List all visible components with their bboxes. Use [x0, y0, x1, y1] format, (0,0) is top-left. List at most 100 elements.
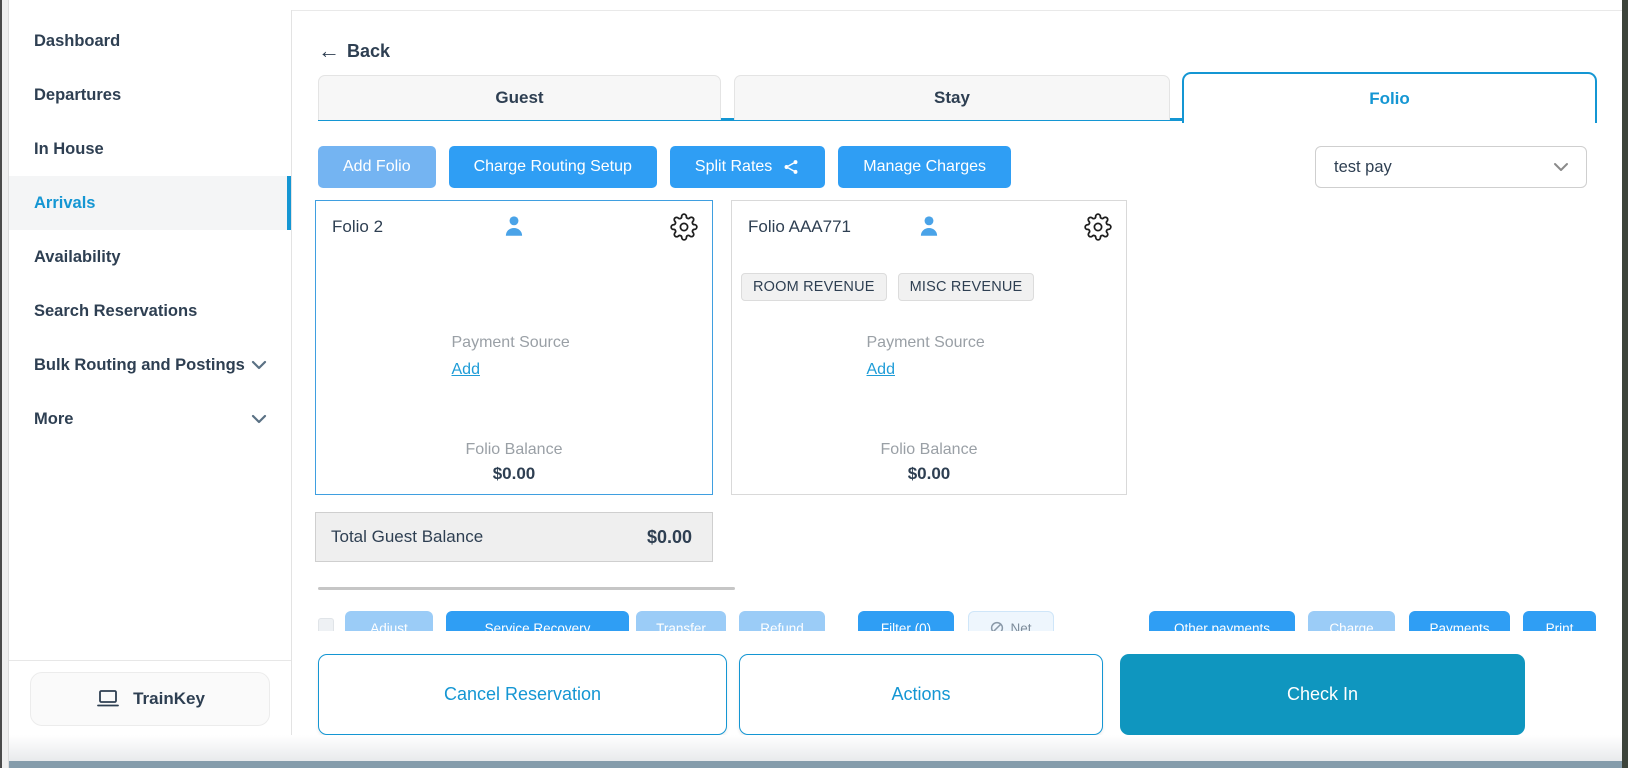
sidebar-item-availability[interactable]: Availability: [8, 230, 291, 284]
tab-label: Stay: [934, 88, 970, 108]
desktop-edge-left: [0, 0, 2, 768]
tab-label: Folio: [1369, 89, 1410, 109]
person-icon: [916, 213, 942, 244]
button-label: Check In: [1287, 684, 1358, 705]
actions-button[interactable]: Actions: [739, 654, 1103, 735]
person-icon: [501, 213, 527, 244]
sidebar: Dashboard Departures In House Arrivals A…: [8, 10, 292, 768]
transaction-toolbar: Adjust Service Recovery Transfer Refund …: [291, 611, 1622, 631]
payment-source-block: Payment Source Add: [732, 334, 1126, 379]
sidebar-item-in-house[interactable]: In House: [8, 122, 291, 176]
transfer-button[interactable]: Transfer: [636, 611, 726, 631]
payment-method-dropdown[interactable]: test pay: [1315, 146, 1587, 188]
print-button[interactable]: Print: [1523, 611, 1596, 631]
button-label: Other payments: [1174, 621, 1270, 632]
adjust-button[interactable]: Adjust: [345, 611, 433, 631]
desktop-edge-right: [1622, 0, 1628, 768]
bottom-bar: [8, 761, 1622, 768]
sidebar-item-arrivals[interactable]: Arrivals: [8, 176, 291, 230]
sidebar-divider: [8, 660, 291, 661]
dropdown-value: test pay: [1334, 158, 1392, 177]
folio-toolbar: Add Folio Charge Routing Setup Split Rat…: [318, 146, 1011, 188]
button-label: Split Rates: [695, 158, 772, 176]
sidebar-item-label: Dashboard: [34, 32, 120, 51]
payment-source-label: Payment Source: [867, 334, 992, 352]
button-label: Filter (0): [881, 621, 931, 632]
folio-balance-block: Folio Balance $0.00: [732, 441, 1126, 484]
tab-folio[interactable]: Folio: [1182, 72, 1597, 123]
check-in-button[interactable]: Check In: [1120, 654, 1525, 735]
payment-source-block: Payment Source Add: [316, 334, 712, 379]
sidebar-item-search-reservations[interactable]: Search Reservations: [8, 284, 291, 338]
payments-button[interactable]: Payments: [1409, 611, 1510, 631]
sidebar-item-label: Arrivals: [34, 194, 95, 213]
laptop-icon: [95, 688, 121, 710]
manage-charges-button[interactable]: Manage Charges: [838, 146, 1011, 188]
sidebar-item-label: In House: [34, 140, 104, 159]
button-label: Adjust: [370, 621, 408, 632]
folio-balance-block: Folio Balance $0.00: [316, 441, 712, 484]
other-payments-button[interactable]: Other payments: [1149, 611, 1295, 631]
folio-card-folio-aaa771[interactable]: Folio AAA771 ROOM REVENUE MISC REVENUE P…: [731, 200, 1127, 495]
sidebar-item-bulk-routing[interactable]: Bulk Routing and Postings: [8, 338, 291, 392]
add-folio-button[interactable]: Add Folio: [318, 146, 436, 188]
button-label: Payments: [1429, 621, 1489, 632]
sidebar-item-departures[interactable]: Departures: [8, 68, 291, 122]
badge-room-revenue: ROOM REVENUE: [741, 273, 887, 301]
total-guest-balance-label: Total Guest Balance: [331, 527, 483, 547]
folio-balance-label: Folio Balance: [316, 441, 712, 459]
share-icon: [782, 158, 800, 176]
button-label: Charge: [1329, 621, 1373, 632]
sidebar-item-label: Search Reservations: [34, 302, 197, 321]
folio-balance-value: $0.00: [732, 464, 1126, 484]
charge-button[interactable]: Charge: [1308, 611, 1395, 631]
sidebar-item-label: Availability: [34, 248, 121, 267]
back-arrow-icon: ←: [318, 40, 340, 62]
charge-routing-setup-button[interactable]: Charge Routing Setup: [449, 146, 657, 188]
add-payment-source-link[interactable]: Add: [867, 361, 895, 379]
folio-balance-label: Folio Balance: [732, 441, 1126, 459]
cancel-reservation-button[interactable]: Cancel Reservation: [318, 654, 727, 735]
button-label: Transfer: [656, 621, 706, 632]
sidebar-item-more[interactable]: More: [8, 392, 291, 446]
chevron-down-icon: [1550, 156, 1572, 178]
folio-title: Folio AAA771: [748, 217, 851, 237]
service-recovery-button[interactable]: Service Recovery: [446, 611, 629, 631]
gear-icon[interactable]: [670, 213, 698, 241]
sidebar-item-label: More: [34, 410, 73, 429]
trainkey-button[interactable]: TrainKey: [30, 672, 270, 726]
tab-stay[interactable]: Stay: [734, 75, 1170, 120]
folio-card-folio-2[interactable]: Folio 2 Payment Source Add Folio Balance…: [315, 200, 713, 495]
button-label: Service Recovery: [485, 621, 591, 632]
back-label: Back: [347, 41, 390, 62]
revenue-badges: ROOM REVENUE MISC REVENUE: [741, 273, 1034, 301]
select-all-checkbox[interactable]: [318, 618, 334, 631]
gear-icon[interactable]: [1084, 213, 1112, 241]
sidebar-item-label: Bulk Routing and Postings: [34, 356, 245, 375]
button-label: Net: [1010, 621, 1031, 632]
sidebar-item-label: Departures: [34, 86, 121, 105]
button-label: Cancel Reservation: [444, 684, 601, 705]
folio-balance-value: $0.00: [316, 464, 712, 484]
chevron-down-icon: [249, 355, 269, 375]
chevron-down-icon: [249, 409, 269, 429]
total-guest-balance-value: $0.00: [647, 527, 692, 548]
button-label: Manage Charges: [863, 158, 986, 176]
add-payment-source-link[interactable]: Add: [452, 361, 480, 379]
sidebar-item-dashboard[interactable]: Dashboard: [8, 14, 291, 68]
net-toggle-button[interactable]: Net: [968, 611, 1054, 631]
filter-button[interactable]: Filter (0): [858, 611, 954, 631]
tab-guest[interactable]: Guest: [318, 75, 721, 120]
circle-icon: [990, 621, 1004, 631]
folio-title: Folio 2: [332, 217, 383, 237]
refund-button[interactable]: Refund: [739, 611, 825, 631]
back-button[interactable]: ← Back: [318, 40, 390, 62]
sidebar-nav: Dashboard Departures In House Arrivals A…: [8, 10, 291, 446]
window-left-gutter: [2, 0, 9, 768]
main-content: ← Back Guest Stay Folio Add Folio Charge…: [291, 10, 1622, 768]
horizontal-scrollbar[interactable]: [318, 587, 735, 590]
total-guest-balance-bar: Total Guest Balance $0.00: [315, 512, 713, 562]
split-rates-button[interactable]: Split Rates: [670, 146, 825, 188]
payment-source-label: Payment Source: [452, 334, 577, 352]
badge-misc-revenue: MISC REVENUE: [898, 273, 1035, 301]
